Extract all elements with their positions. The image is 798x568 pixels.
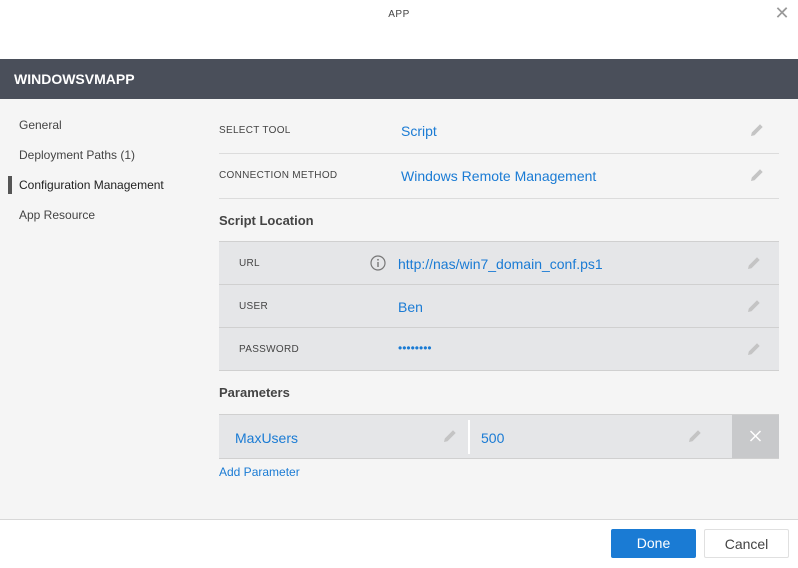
footer: Done Cancel <box>0 520 798 568</box>
url-label: URL <box>239 258 260 269</box>
page-title: WINDOWSVMAPP <box>14 71 135 87</box>
user-row: USER Ben <box>219 285 779 327</box>
edit-user-pencil-icon[interactable] <box>745 297 763 315</box>
connection-method-row: CONNECTION METHOD Windows Remote Managem… <box>219 154 779 198</box>
select-tool-row: SELECT TOOL Script <box>219 109 779 153</box>
title-bar: APP ✕ <box>0 0 798 59</box>
script-location-box: URL http://nas/win7_domain_conf.ps1 USER… <box>219 241 779 371</box>
divider <box>219 198 779 199</box>
nav-item-general[interactable]: General <box>19 118 62 132</box>
edit-select-tool-pencil-icon[interactable] <box>748 121 766 139</box>
select-tool-value[interactable]: Script <box>401 123 437 139</box>
info-icon[interactable] <box>370 255 386 271</box>
active-nav-indicator <box>8 176 12 194</box>
parameter-name[interactable]: MaxUsers <box>235 430 298 446</box>
edit-url-pencil-icon[interactable] <box>745 254 763 272</box>
close-icon[interactable]: ✕ <box>772 3 792 23</box>
connection-method-label: CONNECTION METHOD <box>219 170 338 181</box>
password-row: PASSWORD •••••••• <box>219 328 779 370</box>
app-header: WINDOWSVMAPP <box>0 59 798 99</box>
connection-method-value[interactable]: Windows Remote Management <box>401 168 596 184</box>
script-location-title: Script Location <box>219 213 314 228</box>
close-icon <box>749 430 762 442</box>
select-tool-label: SELECT TOOL <box>219 125 291 136</box>
edit-parameter-value-pencil-icon[interactable] <box>686 427 704 445</box>
divider <box>468 420 470 454</box>
window-title: APP <box>388 9 410 20</box>
done-button[interactable]: Done <box>611 529 696 558</box>
delete-parameter-button[interactable] <box>732 415 779 458</box>
password-label: PASSWORD <box>239 344 299 355</box>
nav-item-deployment-paths[interactable]: Deployment Paths (1) <box>19 148 135 162</box>
url-value[interactable]: http://nas/win7_domain_conf.ps1 <box>398 256 603 272</box>
nav-item-app-resource[interactable]: App Resource <box>19 208 95 222</box>
user-value[interactable]: Ben <box>398 299 423 315</box>
password-value[interactable]: •••••••• <box>398 341 432 355</box>
url-row: URL http://nas/win7_domain_conf.ps1 <box>219 242 779 284</box>
edit-connection-method-pencil-icon[interactable] <box>748 166 766 184</box>
edit-password-pencil-icon[interactable] <box>745 340 763 358</box>
edit-parameter-name-pencil-icon[interactable] <box>441 427 459 445</box>
parameter-value[interactable]: 500 <box>481 430 504 446</box>
add-parameter-link[interactable]: Add Parameter <box>219 465 300 479</box>
user-label: USER <box>239 301 268 312</box>
parameter-row: MaxUsers 500 <box>219 414 779 459</box>
parameters-title: Parameters <box>219 385 290 400</box>
nav-item-configuration-management[interactable]: Configuration Management <box>19 178 164 192</box>
cancel-button[interactable]: Cancel <box>704 529 789 558</box>
